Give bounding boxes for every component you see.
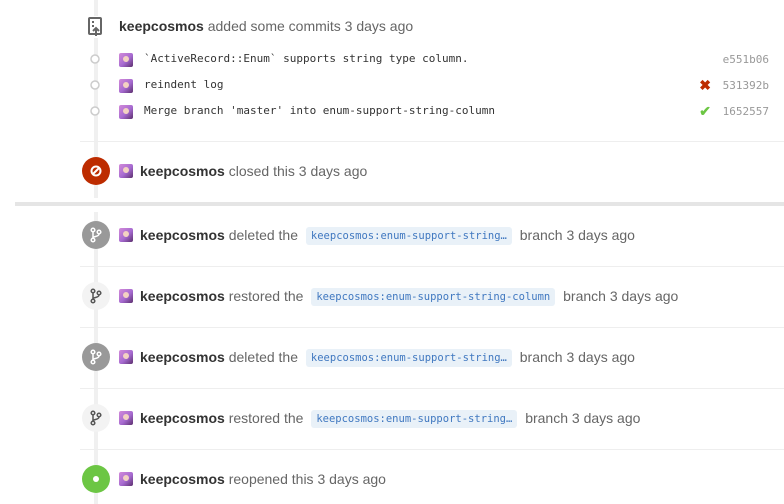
git-branch-icon [82,404,110,432]
timeline-event: keepcosmos restored the keepcosmos:enum-… [140,288,679,306]
divider [80,327,784,328]
avatar[interactable] [119,164,133,178]
avatar[interactable] [119,105,133,119]
divider [80,388,784,389]
commit-dot-icon [88,78,102,92]
event-time[interactable]: 3 days ago [299,163,368,179]
discussion-divider [15,202,784,206]
avatar[interactable] [119,411,133,425]
branch-ref[interactable]: keepcosmos:enum-support-string… [305,349,512,367]
timeline-event: keepcosmos restored the keepcosmos:enum-… [140,410,641,428]
divider [80,449,784,450]
event-suffix: branch [525,410,568,426]
branch-ref[interactable]: keepcosmos:enum-support-string… [311,410,518,428]
avatar[interactable] [119,228,133,242]
author-link[interactable]: keepcosmos [140,471,225,487]
event-action: deleted the [228,227,299,243]
git-branch-icon [82,343,110,371]
commit-dot-icon [88,104,102,118]
commit-row: Merge branch 'master' into enum-support-… [119,102,769,122]
avatar[interactable] [119,350,133,364]
event-suffix: branch [519,349,563,365]
event-action: restored the [228,410,304,426]
event-time[interactable]: 3 days ago [317,471,386,487]
event-action: restored the [228,288,304,304]
commit-message[interactable]: Merge branch 'master' into enum-support-… [144,104,495,117]
event-suffix: branch [519,227,563,243]
commit-row: `ActiveRecord::Enum` supports string typ… [119,50,769,70]
author-link[interactable]: keepcosmos [140,163,225,179]
repo-push-icon [86,16,106,38]
event-suffix: branch [563,288,606,304]
timeline-event: keepcosmos deleted the keepcosmos:enum-s… [140,227,635,245]
commits-header: keepcosmos added some commits 3 days ago [119,18,413,34]
commit-sha[interactable]: 1652557 [723,105,769,118]
author-link[interactable]: keepcosmos [140,227,225,243]
timeline-event: keepcosmos deleted the keepcosmos:enum-s… [140,349,635,367]
event-action: deleted the [228,349,299,365]
event-time[interactable]: 3 days ago [610,288,679,304]
event-time[interactable]: 3 days ago [345,18,414,34]
author-link[interactable]: keepcosmos [140,410,225,426]
avatar[interactable] [119,472,133,486]
branch-ref[interactable]: keepcosmos:enum-support-string-column [311,288,556,306]
author-link[interactable]: keepcosmos [140,288,225,304]
divider [80,266,784,267]
avatar[interactable] [119,289,133,303]
commit-message[interactable]: reindent log [144,78,223,91]
git-branch-icon [82,282,110,310]
commit-sha[interactable]: e551b06 [723,53,769,66]
event-action: added some commits [207,18,341,34]
timeline-event: keepcosmos closed this 3 days ago [140,163,367,179]
commit-row: reindent log ✖ 531392b [119,76,769,96]
commit-message[interactable]: `ActiveRecord::Enum` supports string typ… [144,52,469,65]
event-time[interactable]: 3 days ago [572,410,641,426]
author-link[interactable]: keepcosmos [119,18,204,34]
ci-success-icon[interactable]: ✔ [699,103,711,120]
event-time[interactable]: 3 days ago [566,227,635,243]
divider [80,141,784,142]
timeline-event: keepcosmos reopened this 3 days ago [140,471,386,487]
git-branch-icon [82,221,110,249]
avatar[interactable] [119,53,133,67]
event-time[interactable]: 3 days ago [566,349,635,365]
branch-ref[interactable]: keepcosmos:enum-support-string… [305,227,512,245]
avatar[interactable] [119,79,133,93]
reopened-icon [82,465,110,493]
event-action: closed this [228,163,295,179]
commit-sha[interactable]: 531392b [723,79,769,92]
commit-dot-icon [88,52,102,66]
author-link[interactable]: keepcosmos [140,349,225,365]
event-action: reopened this [228,471,314,487]
ci-failure-icon[interactable]: ✖ [699,77,711,94]
closed-icon [82,157,110,185]
